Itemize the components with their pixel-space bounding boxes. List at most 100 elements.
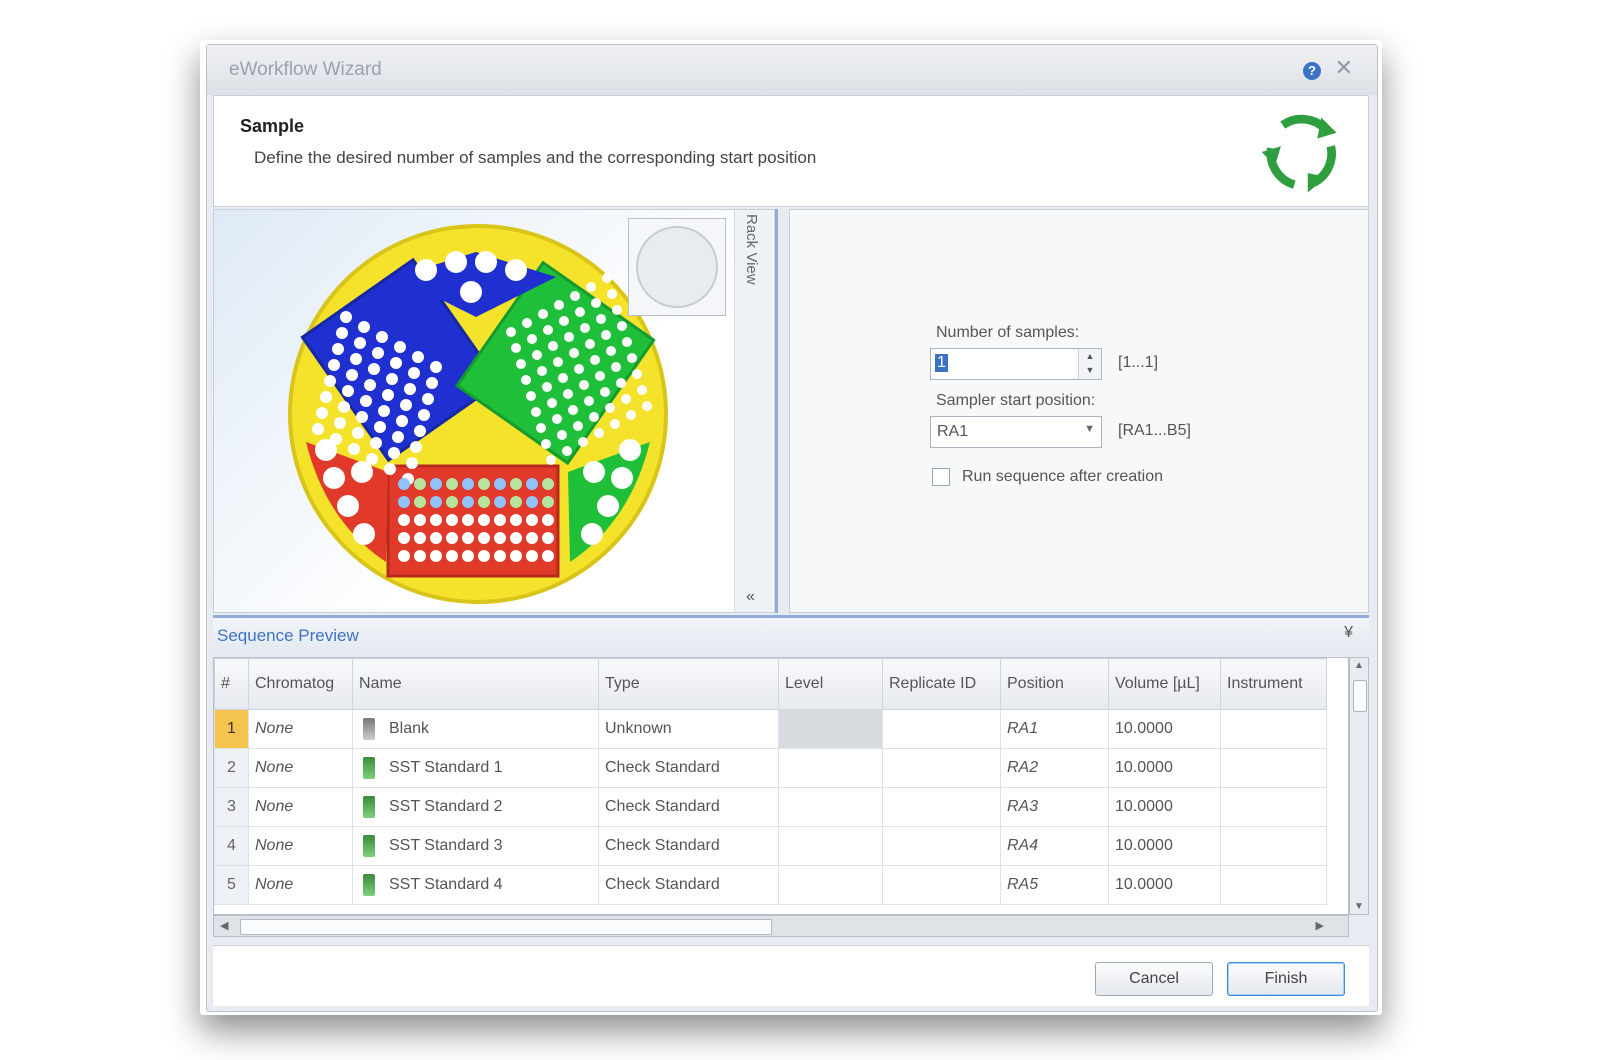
start-position-range: [RA1...B5]: [1118, 422, 1191, 439]
cell-instrument: [1220, 748, 1327, 788]
cell-name-text: SST Standard 1: [389, 759, 503, 777]
table-row[interactable]: 3 None SST Standard 2 Check Standard RA3 10.0…: [214, 787, 1327, 827]
horizontal-scroll-thumb[interactable]: [240, 919, 772, 935]
collapse-icon[interactable]: «: [746, 588, 755, 606]
sample-carousel[interactable]: [286, 222, 670, 606]
cell-name: SST Standard 3: [352, 826, 599, 866]
cell-type: Unknown: [598, 709, 779, 749]
close-icon[interactable]: ✕: [1335, 55, 1353, 81]
column-header[interactable]: Type: [598, 658, 779, 710]
cell-position: RA4: [1000, 826, 1109, 866]
chevron-down-icon[interactable]: ▼: [1084, 423, 1095, 435]
wizard-header: Sample Define the desired number of samp…: [213, 95, 1369, 207]
help-icon[interactable]: ?: [1303, 62, 1321, 80]
cell-replicate: [882, 748, 1001, 788]
cell-name-text: SST Standard 2: [389, 798, 503, 816]
column-header[interactable]: Instrument: [1220, 658, 1327, 710]
table-row[interactable]: 1 None Blank Unknown RA1 10.0000: [214, 709, 1327, 749]
cancel-button[interactable]: Cancel: [1095, 962, 1213, 996]
cell-volume: 10.0000: [1108, 709, 1221, 749]
num-samples-value[interactable]: 1: [935, 354, 948, 372]
finish-button[interactable]: Finish: [1227, 962, 1345, 996]
cell-chromatogram: None: [248, 709, 353, 749]
sequence-preview-title: Sequence Preview: [217, 626, 359, 645]
rack-view-label: Rack View: [743, 214, 760, 285]
horizontal-scrollbar[interactable]: ◀ ▶: [213, 915, 1349, 937]
cell-name-text: SST Standard 3: [389, 837, 503, 855]
scroll-down-icon[interactable]: ▼: [1354, 901, 1364, 912]
cell-level: [778, 787, 883, 827]
cell-instrument: [1220, 865, 1327, 905]
cell-volume: 10.0000: [1108, 748, 1221, 788]
scroll-up-icon[interactable]: ▲: [1354, 660, 1364, 671]
cell-instrument: [1220, 826, 1327, 866]
num-samples-label: Number of samples:: [936, 324, 1080, 341]
cell-position: RA2: [1000, 748, 1109, 788]
cell-replicate: [882, 826, 1001, 866]
vial-icon: [363, 874, 375, 896]
vial-icon: [363, 835, 375, 857]
step-description: Define the desired number of samples and…: [254, 148, 817, 167]
rack-view-panel: Rack View «: [213, 209, 775, 613]
window-title: eWorkflow Wizard: [229, 59, 382, 80]
cell-name: Blank: [352, 709, 599, 749]
cell-level: [778, 748, 883, 788]
cell-chromatogram: None: [248, 787, 353, 827]
cell-type: Check Standard: [598, 865, 779, 905]
column-header[interactable]: Chromatog: [248, 658, 353, 710]
column-header[interactable]: #: [214, 658, 249, 710]
panel-splitter[interactable]: [775, 209, 789, 613]
cell-volume: 10.0000: [1108, 826, 1221, 866]
sequence-toggle-icon[interactable]: ¥: [1344, 624, 1353, 642]
scroll-right-icon[interactable]: ▶: [1316, 919, 1324, 932]
cell-level: [778, 709, 883, 749]
column-header[interactable]: Replicate ID: [882, 658, 1001, 710]
row-number: 4: [214, 826, 249, 866]
vial-icon: [363, 718, 375, 740]
cell-volume: 10.0000: [1108, 787, 1221, 827]
vertical-scrollbar[interactable]: ▲ ▼: [1349, 657, 1369, 915]
column-header[interactable]: Volume [µL]: [1108, 658, 1221, 710]
column-header[interactable]: Name: [352, 658, 599, 710]
step-title: Sample: [240, 116, 305, 136]
wizard-footer: Cancel Finish: [213, 945, 1369, 1006]
cell-type: Check Standard: [598, 826, 779, 866]
cell-position: RA3: [1000, 787, 1109, 827]
carousel-thumbnail[interactable]: [628, 218, 726, 316]
row-number: 1: [214, 709, 249, 749]
rack-view-tab[interactable]: Rack View «: [734, 210, 773, 612]
wizard-window: eWorkflow Wizard ? ✕ Sample Define the d…: [206, 44, 1378, 1012]
start-position-label: Sampler start position:: [936, 392, 1096, 409]
title-bar: eWorkflow Wizard ? ✕: [207, 45, 1377, 95]
cell-position: RA5: [1000, 865, 1109, 905]
sample-form: Number of samples: 1 ▲ ▼ [1...1] Sampler …: [789, 209, 1369, 613]
stepper-arrows[interactable]: ▲ ▼: [1078, 349, 1101, 379]
table-row[interactable]: 2 None SST Standard 1 Check Standard RA2 10.0…: [214, 748, 1327, 788]
row-number: 5: [214, 865, 249, 905]
cell-name-text: SST Standard 4: [389, 876, 503, 894]
cell-volume: 10.0000: [1108, 865, 1221, 905]
num-samples-range: [1...1]: [1118, 354, 1159, 371]
vertical-scroll-thumb[interactable]: [1353, 680, 1367, 712]
column-header[interactable]: Level: [778, 658, 883, 710]
scroll-left-icon[interactable]: ◀: [220, 919, 228, 932]
cell-name: SST Standard 4: [352, 865, 599, 905]
vial-icon: [363, 757, 375, 779]
num-samples-stepper[interactable]: 1 ▲ ▼: [930, 348, 1102, 380]
start-position-select[interactable]: RA1 ▼: [930, 416, 1102, 448]
cell-level: [778, 865, 883, 905]
cell-instrument: [1220, 709, 1327, 749]
run-sequence-checkbox[interactable]: [932, 468, 950, 486]
sequence-grid: # Chromatog Name Type Level Replicate ID Posit…: [213, 657, 1349, 915]
table-row[interactable]: 5 None SST Standard 4 Check Standard RA5 10.0…: [214, 865, 1327, 905]
table-row[interactable]: 4 None SST Standard 3 Check Standard RA4 10.0…: [214, 826, 1327, 866]
row-number: 3: [214, 787, 249, 827]
cell-name: SST Standard 1: [352, 748, 599, 788]
start-position-value: RA1: [937, 423, 969, 440]
cell-type: Check Standard: [598, 748, 779, 788]
recycle-icon: [1261, 114, 1337, 193]
cell-instrument: [1220, 787, 1327, 827]
column-header[interactable]: Position: [1000, 658, 1109, 710]
row-number: 2: [214, 748, 249, 788]
run-sequence-label[interactable]: Run sequence after creation: [962, 468, 1163, 486]
